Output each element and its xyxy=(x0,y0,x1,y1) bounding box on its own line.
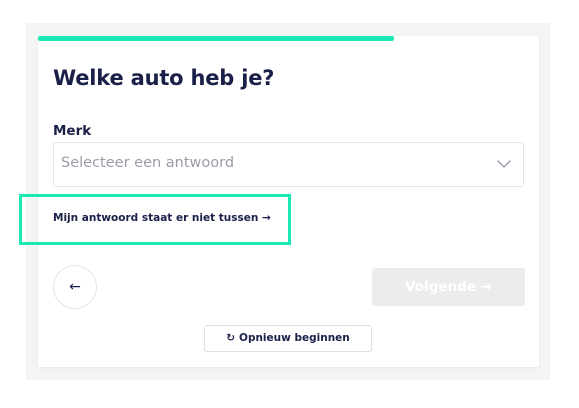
restart-button[interactable]: ↻ Opnieuw beginnen xyxy=(204,325,372,352)
question-title: Welke auto heb je? xyxy=(53,66,275,90)
select-placeholder: Selecteer een antwoord xyxy=(61,155,235,171)
progress-bar xyxy=(38,36,394,41)
restart-label: Opnieuw beginnen xyxy=(239,332,350,344)
next-button[interactable]: Volgende → xyxy=(372,268,525,306)
arrow-left-icon: ← xyxy=(69,279,81,295)
field-label-merk: Merk xyxy=(53,123,92,139)
chevron-down-icon xyxy=(495,155,513,173)
back-button[interactable]: ← xyxy=(53,265,97,309)
highlight-box xyxy=(19,194,291,245)
merk-select[interactable]: Selecteer een antwoord xyxy=(53,142,524,187)
refresh-icon: ↻ xyxy=(226,332,236,344)
